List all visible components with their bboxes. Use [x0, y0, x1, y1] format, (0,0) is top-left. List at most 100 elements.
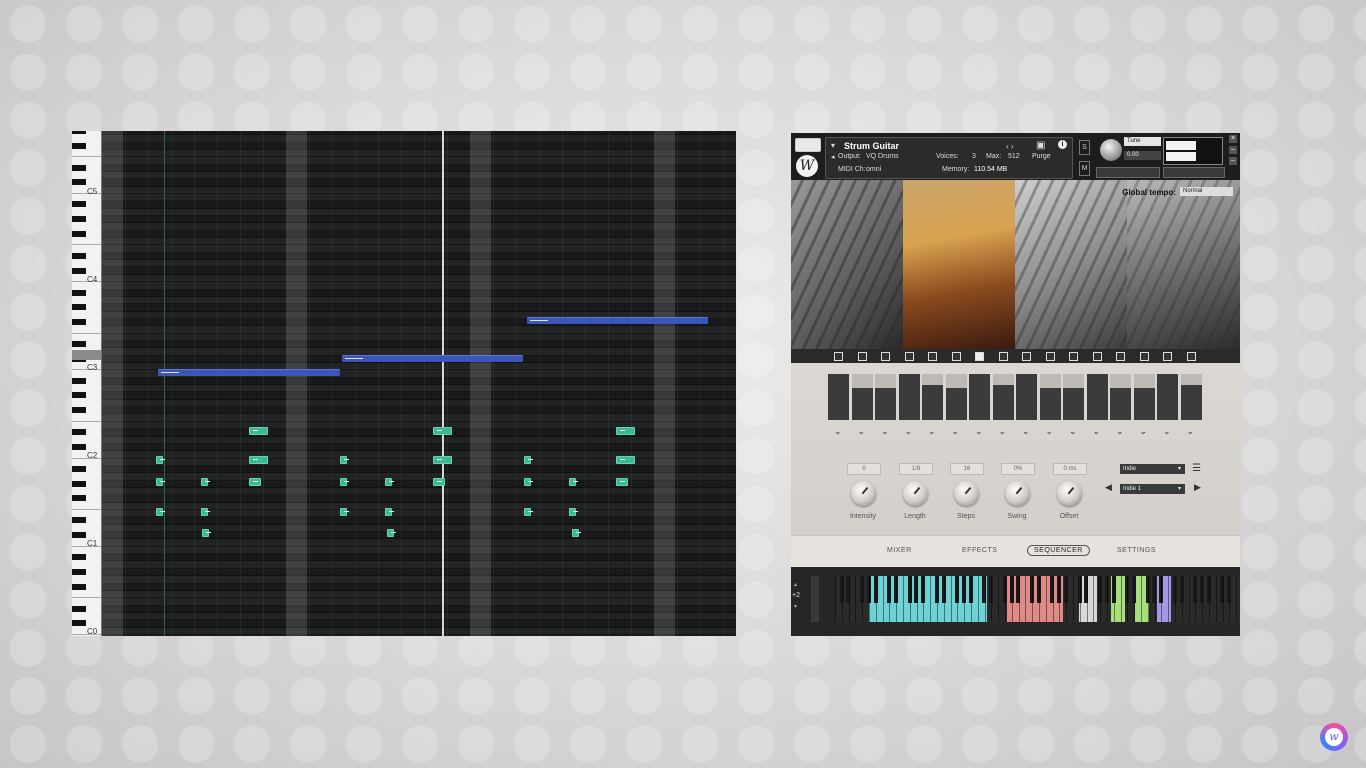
- chevron-down-icon[interactable]: ⌄: [881, 426, 889, 437]
- step-bar[interactable]: [1180, 385, 1202, 420]
- midi-note[interactable]: [340, 478, 349, 486]
- menu-icon[interactable]: ☰: [1192, 463, 1201, 474]
- midi-note[interactable]: [616, 478, 628, 486]
- piano-keyboard-vertical[interactable]: C5 C4 C3 C2 C1 C0: [72, 131, 102, 636]
- step-bar[interactable]: [922, 385, 943, 420]
- black-key[interactable]: [72, 179, 86, 186]
- knob[interactable]: [954, 481, 979, 506]
- midi-value[interactable]: omni: [866, 166, 881, 173]
- midi-note[interactable]: [387, 529, 396, 537]
- midi-note[interactable]: [433, 478, 445, 486]
- black-key[interactable]: [72, 495, 86, 502]
- step-bar[interactable]: [1086, 374, 1108, 420]
- black-key[interactable]: [72, 318, 86, 325]
- knob[interactable]: [903, 481, 928, 506]
- black-key[interactable]: [72, 164, 86, 171]
- pitch-wheel[interactable]: [811, 576, 819, 622]
- global-tempo-select[interactable]: Normal: [1180, 187, 1233, 196]
- keyboard-keys[interactable]: [835, 576, 1240, 622]
- midi-note[interactable]: [201, 478, 210, 486]
- octave-down-icon[interactable]: ▾: [794, 603, 797, 610]
- black-key[interactable]: [72, 131, 86, 134]
- step-bar[interactable]: [1110, 388, 1131, 420]
- preset-name-select[interactable]: Indie 1 ▾: [1120, 484, 1185, 494]
- step-bar[interactable]: [898, 374, 920, 420]
- black-key[interactable]: [72, 341, 86, 347]
- tab-effects[interactable]: EFFECTS: [962, 547, 997, 554]
- step-bar[interactable]: [969, 374, 990, 420]
- knob[interactable]: [1057, 481, 1082, 506]
- knob-value[interactable]: 0: [847, 463, 881, 475]
- next-preset-icon[interactable]: ▶: [1194, 482, 1201, 493]
- black-key[interactable]: [72, 583, 86, 590]
- chevron-down-icon[interactable]: ⌄: [1163, 426, 1171, 437]
- info-icon[interactable]: i: [1058, 140, 1067, 149]
- chevron-down-icon[interactable]: ⌄: [999, 426, 1007, 437]
- piano-roll-grid[interactable]: [102, 131, 736, 636]
- black-key[interactable]: [72, 429, 86, 436]
- step-bar[interactable]: [875, 388, 896, 420]
- octave-up-icon[interactable]: ▴: [794, 581, 797, 588]
- midi-note[interactable]: [202, 529, 211, 537]
- black-key[interactable]: [72, 216, 86, 223]
- chevron-down-icon[interactable]: ⌄: [905, 426, 913, 437]
- purge-button[interactable]: Purge: [1032, 153, 1051, 160]
- black-key[interactable]: [72, 568, 86, 575]
- black-key[interactable]: [72, 605, 86, 612]
- step-bar[interactable]: [1157, 374, 1178, 420]
- chevron-down-icon[interactable]: ⌄: [1116, 426, 1124, 437]
- black-key[interactable]: [72, 554, 86, 561]
- chevron-down-icon[interactable]: ⌄: [834, 426, 842, 437]
- black-key[interactable]: [72, 230, 86, 237]
- midi-note[interactable]: [249, 478, 261, 486]
- midi-note[interactable]: [156, 456, 165, 464]
- black-key[interactable]: [72, 532, 86, 539]
- midi-note[interactable]: [249, 456, 268, 464]
- midi-note[interactable]: [156, 508, 165, 516]
- tab-sequencer[interactable]: SEQUENCER: [1027, 545, 1090, 556]
- chevron-down-icon[interactable]: ⌄: [928, 426, 936, 437]
- tab-mixer[interactable]: MIXER: [887, 547, 912, 554]
- black-key[interactable]: [72, 377, 86, 384]
- midi-note[interactable]: [249, 427, 268, 435]
- midi-note[interactable]: [385, 478, 394, 486]
- midi-note[interactable]: [156, 478, 165, 486]
- midi-note[interactable]: [616, 427, 635, 435]
- step-bar[interactable]: [851, 388, 873, 420]
- midi-note[interactable]: [616, 456, 635, 464]
- chevron-down-icon[interactable]: ⌄: [1093, 426, 1101, 437]
- step-bar[interactable]: [828, 374, 849, 420]
- midi-note[interactable]: [158, 369, 340, 376]
- midi-note[interactable]: [569, 478, 578, 486]
- black-key[interactable]: [72, 392, 86, 399]
- midi-note[interactable]: [524, 478, 533, 486]
- black-key[interactable]: [72, 443, 86, 450]
- knob-value[interactable]: 0%: [1001, 463, 1035, 475]
- playhead[interactable]: [442, 131, 444, 636]
- output-value[interactable]: VQ Drums: [866, 153, 899, 160]
- midi-note[interactable]: [433, 456, 452, 464]
- midi-note[interactable]: [524, 456, 533, 464]
- step-bar[interactable]: [992, 385, 1014, 420]
- piano-roll[interactable]: C5 C4 C3 C2 C1 C0: [72, 131, 736, 636]
- camera-icon[interactable]: ▣: [1036, 140, 1045, 151]
- chevron-down-icon[interactable]: ⌄: [1187, 426, 1195, 437]
- black-key[interactable]: [72, 201, 86, 208]
- black-key[interactable]: [72, 142, 86, 149]
- midi-note[interactable]: [385, 508, 394, 516]
- minimize-icon[interactable]: –: [1229, 146, 1237, 154]
- step-bar[interactable]: [1133, 388, 1155, 420]
- black-key[interactable]: [72, 465, 86, 472]
- black-key[interactable]: [72, 517, 86, 524]
- step-bar[interactable]: [945, 388, 967, 420]
- prev-preset-icon[interactable]: ◀: [1105, 482, 1112, 493]
- chevron-down-icon[interactable]: ⌄: [1046, 426, 1054, 437]
- knob-value[interactable]: 1/8: [899, 463, 933, 475]
- midi-note[interactable]: [527, 317, 708, 324]
- volume-slider[interactable]: [1163, 167, 1225, 178]
- max-value[interactable]: 512: [1008, 153, 1020, 160]
- midi-note[interactable]: [340, 508, 349, 516]
- tab-settings[interactable]: SETTINGS: [1117, 547, 1156, 554]
- step-bar[interactable]: [1016, 374, 1037, 420]
- instrument-keyboard[interactable]: ▴ +2 ▾: [791, 567, 1240, 636]
